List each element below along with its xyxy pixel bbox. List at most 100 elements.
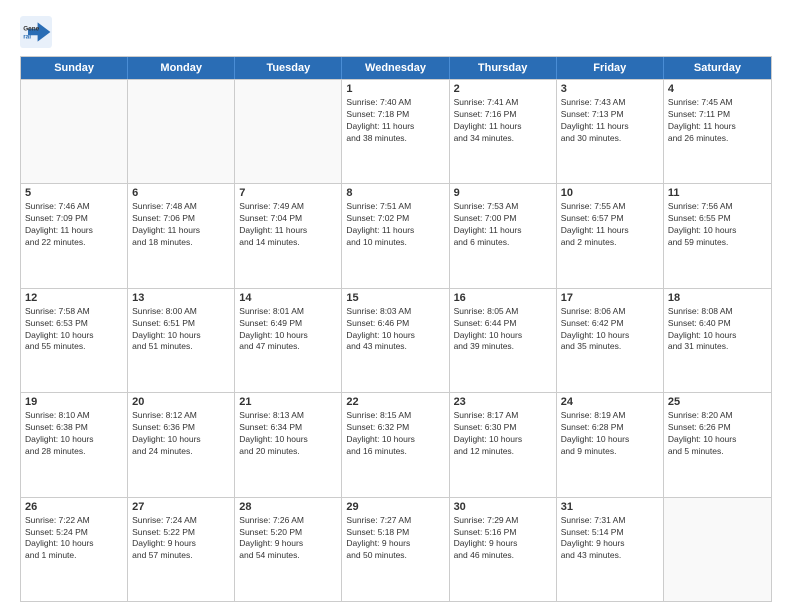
day-info: Sunrise: 7:45 AM Sunset: 7:11 PM Dayligh… [668, 97, 767, 145]
cal-week-2: 5 Sunrise: 7:46 AM Sunset: 7:09 PM Daylig… [21, 183, 771, 287]
cal-cell: 22 Sunrise: 8:15 AM Sunset: 6:32 PM Dayli… [342, 393, 449, 496]
cal-cell: 25Sunrise: 8:20 AM Sunset: 6:26 PM Dayli… [664, 393, 771, 496]
cal-cell: 20 Sunrise: 8:12 AM Sunset: 6:36 PM Dayli… [128, 393, 235, 496]
day-number: 11 [668, 187, 767, 199]
cal-cell: 12 Sunrise: 7:58 AM Sunset: 6:53 PM Dayli… [21, 289, 128, 392]
cal-header-friday: Friday [557, 57, 664, 79]
day-number: 22 [346, 396, 444, 408]
day-info: Sunrise: 8:03 AM Sunset: 6:46 PM Dayligh… [346, 306, 444, 354]
day-number: 27 [132, 501, 230, 513]
cal-header-wednesday: Wednesday [342, 57, 449, 79]
cal-cell: 16Sunrise: 8:05 AM Sunset: 6:44 PM Dayli… [450, 289, 557, 392]
cal-cell: 14 Sunrise: 8:01 AM Sunset: 6:49 PM Dayli… [235, 289, 342, 392]
cal-cell: 2 Sunrise: 7:41 AM Sunset: 7:16 PM Daylig… [450, 80, 557, 183]
day-info: Sunrise: 7:24 AM Sunset: 5:22 PM Dayligh… [132, 515, 230, 563]
cal-cell [664, 498, 771, 601]
day-number: 15 [346, 292, 444, 304]
day-number: 17 [561, 292, 659, 304]
day-info: Sunrise: 7:26 AM Sunset: 5:20 PM Dayligh… [239, 515, 337, 563]
cal-week-5: 26 Sunrise: 7:22 AM Sunset: 5:24 PM Dayli… [21, 497, 771, 601]
day-info: Sunrise: 7:53 AM Sunset: 7:00 PM Dayligh… [454, 201, 552, 249]
day-info: Sunrise: 7:49 AM Sunset: 7:04 PM Dayligh… [239, 201, 337, 249]
cal-cell: 9Sunrise: 7:53 AM Sunset: 7:00 PM Daylig… [450, 184, 557, 287]
day-info: Sunrise: 7:41 AM Sunset: 7:16 PM Dayligh… [454, 97, 552, 145]
day-number: 18 [668, 292, 767, 304]
day-info: Sunrise: 7:55 AM Sunset: 6:57 PM Dayligh… [561, 201, 659, 249]
cal-cell: 3 Sunrise: 7:43 AM Sunset: 7:13 PM Daylig… [557, 80, 664, 183]
day-number: 24 [561, 396, 659, 408]
day-info: Sunrise: 7:58 AM Sunset: 6:53 PM Dayligh… [25, 306, 123, 354]
day-number: 26 [25, 501, 123, 513]
cal-cell: 11 Sunrise: 7:56 AM Sunset: 6:55 PM Dayli… [664, 184, 771, 287]
day-number: 31 [561, 501, 659, 513]
page: Gene ral SundayMondayTuesdayWednesdayThu… [0, 0, 792, 612]
day-number: 20 [132, 396, 230, 408]
day-info: Sunrise: 7:22 AM Sunset: 5:24 PM Dayligh… [25, 515, 123, 563]
cal-header-sunday: Sunday [21, 57, 128, 79]
cal-cell: 10 Sunrise: 7:55 AM Sunset: 6:57 PM Dayli… [557, 184, 664, 287]
cal-cell: 19 Sunrise: 8:10 AM Sunset: 6:38 PM Dayli… [21, 393, 128, 496]
cal-cell: 7 Sunrise: 7:49 AM Sunset: 7:04 PM Daylig… [235, 184, 342, 287]
day-info: Sunrise: 8:10 AM Sunset: 6:38 PM Dayligh… [25, 410, 123, 458]
day-info: Sunrise: 7:27 AM Sunset: 5:18 PM Dayligh… [346, 515, 444, 563]
day-number: 21 [239, 396, 337, 408]
day-info: Sunrise: 7:31 AM Sunset: 5:14 PM Dayligh… [561, 515, 659, 563]
day-number: 2 [454, 83, 552, 95]
day-number: 10 [561, 187, 659, 199]
cal-cell: 15 Sunrise: 8:03 AM Sunset: 6:46 PM Dayli… [342, 289, 449, 392]
day-info: Sunrise: 7:48 AM Sunset: 7:06 PM Dayligh… [132, 201, 230, 249]
header: Gene ral [20, 16, 772, 48]
day-number: 8 [346, 187, 444, 199]
day-info: Sunrise: 8:06 AM Sunset: 6:42 PM Dayligh… [561, 306, 659, 354]
cal-week-1: 1Sunrise: 7:40 AM Sunset: 7:18 PM Daylig… [21, 79, 771, 183]
day-number: 7 [239, 187, 337, 199]
calendar-header: SundayMondayTuesdayWednesdayThursdayFrid… [21, 57, 771, 79]
day-info: Sunrise: 8:19 AM Sunset: 6:28 PM Dayligh… [561, 410, 659, 458]
day-info: Sunrise: 7:43 AM Sunset: 7:13 PM Dayligh… [561, 97, 659, 145]
cal-header-thursday: Thursday [450, 57, 557, 79]
day-info: Sunrise: 7:29 AM Sunset: 5:16 PM Dayligh… [454, 515, 552, 563]
day-number: 12 [25, 292, 123, 304]
cal-cell: 28 Sunrise: 7:26 AM Sunset: 5:20 PM Dayli… [235, 498, 342, 601]
logo: Gene ral [20, 16, 56, 48]
cal-cell: 26 Sunrise: 7:22 AM Sunset: 5:24 PM Dayli… [21, 498, 128, 601]
svg-text:Gene: Gene [23, 25, 39, 32]
cal-cell: 21 Sunrise: 8:13 AM Sunset: 6:34 PM Dayli… [235, 393, 342, 496]
cal-cell: 30 Sunrise: 7:29 AM Sunset: 5:16 PM Dayli… [450, 498, 557, 601]
cal-cell: 5 Sunrise: 7:46 AM Sunset: 7:09 PM Daylig… [21, 184, 128, 287]
day-number: 4 [668, 83, 767, 95]
day-info: Sunrise: 8:15 AM Sunset: 6:32 PM Dayligh… [346, 410, 444, 458]
calendar: SundayMondayTuesdayWednesdayThursdayFrid… [20, 56, 772, 602]
cal-cell: 27 Sunrise: 7:24 AM Sunset: 5:22 PM Dayli… [128, 498, 235, 601]
day-number: 13 [132, 292, 230, 304]
day-number: 28 [239, 501, 337, 513]
day-number: 14 [239, 292, 337, 304]
day-info: Sunrise: 7:46 AM Sunset: 7:09 PM Dayligh… [25, 201, 123, 249]
day-info: Sunrise: 8:12 AM Sunset: 6:36 PM Dayligh… [132, 410, 230, 458]
day-number: 30 [454, 501, 552, 513]
day-info: Sunrise: 8:01 AM Sunset: 6:49 PM Dayligh… [239, 306, 337, 354]
day-number: 3 [561, 83, 659, 95]
cal-header-saturday: Saturday [664, 57, 771, 79]
day-number: 19 [25, 396, 123, 408]
calendar-body: 1Sunrise: 7:40 AM Sunset: 7:18 PM Daylig… [21, 79, 771, 601]
cal-cell: 18Sunrise: 8:08 AM Sunset: 6:40 PM Dayli… [664, 289, 771, 392]
cal-cell: 23Sunrise: 8:17 AM Sunset: 6:30 PM Dayli… [450, 393, 557, 496]
cal-cell [235, 80, 342, 183]
cal-week-4: 19 Sunrise: 8:10 AM Sunset: 6:38 PM Dayli… [21, 392, 771, 496]
day-info: Sunrise: 7:51 AM Sunset: 7:02 PM Dayligh… [346, 201, 444, 249]
day-info: Sunrise: 7:56 AM Sunset: 6:55 PM Dayligh… [668, 201, 767, 249]
day-info: Sunrise: 8:13 AM Sunset: 6:34 PM Dayligh… [239, 410, 337, 458]
day-number: 5 [25, 187, 123, 199]
day-number: 29 [346, 501, 444, 513]
day-number: 6 [132, 187, 230, 199]
day-info: Sunrise: 8:20 AM Sunset: 6:26 PM Dayligh… [668, 410, 767, 458]
cal-cell: 24 Sunrise: 8:19 AM Sunset: 6:28 PM Dayli… [557, 393, 664, 496]
cal-header-tuesday: Tuesday [235, 57, 342, 79]
cal-week-3: 12 Sunrise: 7:58 AM Sunset: 6:53 PM Dayli… [21, 288, 771, 392]
day-number: 1 [346, 83, 444, 95]
logo-icon: Gene ral [20, 16, 52, 48]
cal-cell: 29 Sunrise: 7:27 AM Sunset: 5:18 PM Dayli… [342, 498, 449, 601]
svg-text:ral: ral [23, 33, 31, 40]
day-number: 23 [454, 396, 552, 408]
